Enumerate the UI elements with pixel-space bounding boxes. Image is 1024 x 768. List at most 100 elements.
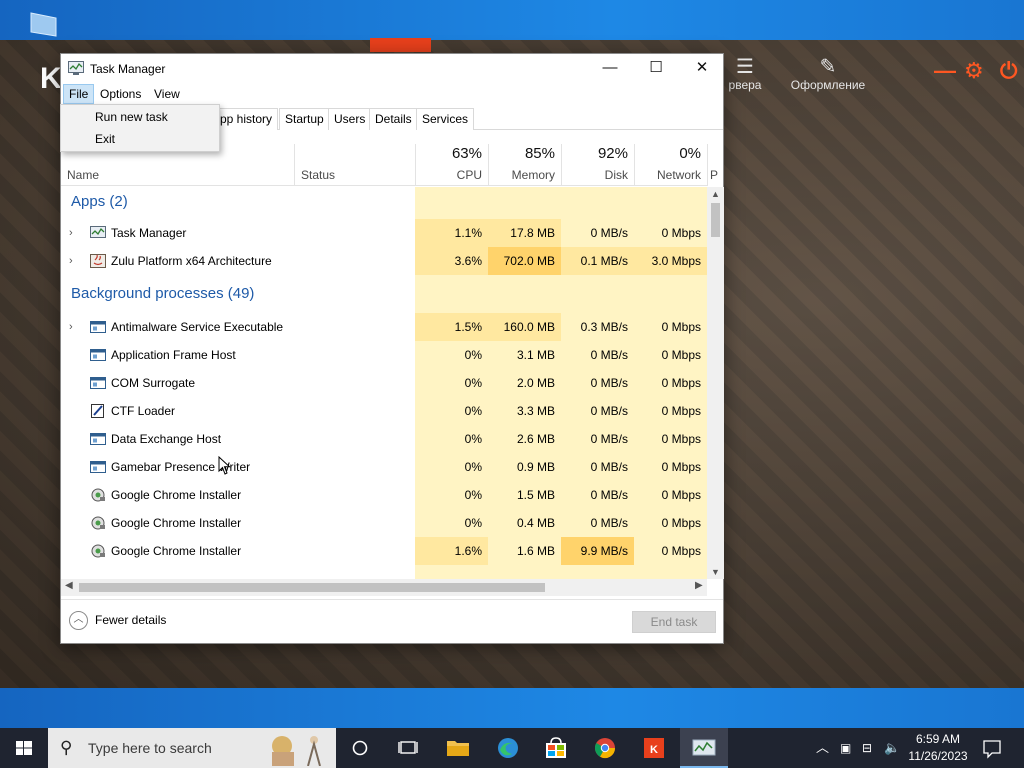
- task-manager-taskbar-button[interactable]: [680, 728, 728, 768]
- process-name: Google Chrome Installer: [111, 488, 242, 502]
- process-network: 0 Mbps: [634, 313, 707, 341]
- vertical-scrollbar[interactable]: ▲ ▼: [707, 187, 724, 579]
- group-header-background: Background processes (49): [61, 275, 707, 313]
- service-window-icon: [90, 321, 106, 333]
- menu-view[interactable]: View: [149, 84, 185, 104]
- process-cpu: 0%: [415, 397, 488, 425]
- taskbar: ⚲ Type here to search K ︿ ▣ ⊟ 🔈 6:59 AM …: [0, 728, 1024, 768]
- table-row[interactable]: COM Surrogate 0% 2.0 MB 0 MB/s 0 Mbps: [61, 369, 707, 397]
- scroll-left-icon[interactable]: ◀: [65, 580, 73, 591]
- process-network: 0 Mbps: [634, 425, 707, 453]
- volume-muted-icon[interactable]: 🔈: [884, 728, 900, 768]
- title-bar[interactable]: Task Manager — ☐ ✕: [61, 54, 723, 82]
- minimize-button[interactable]: —: [587, 54, 633, 82]
- desktop-bottom-band: [0, 688, 1024, 728]
- servers-icon: ☰: [736, 56, 754, 78]
- tab-details[interactable]: Details: [369, 108, 418, 130]
- table-row[interactable]: › Zulu Platform x64 Architecture 3.6% 70…: [61, 247, 707, 275]
- column-status[interactable]: Status: [294, 144, 415, 186]
- scroll-up-icon[interactable]: ▲: [707, 189, 724, 199]
- close-button[interactable]: ✕: [679, 54, 725, 82]
- file-explorer-button[interactable]: [434, 728, 482, 768]
- cortana-button[interactable]: [336, 728, 384, 768]
- launcher-app-icon: K: [644, 738, 664, 758]
- vertical-scroll-thumb[interactable]: [711, 203, 720, 237]
- table-row[interactable]: Google Chrome Installer 0% 1.5 MB 0 MB/s…: [61, 481, 707, 509]
- expand-chevron-icon[interactable]: ›: [69, 219, 73, 247]
- background-power-icon[interactable]: ⏻: [1000, 58, 1017, 84]
- column-power[interactable]: P: [707, 144, 723, 186]
- cortana-circle-icon: [352, 740, 368, 756]
- background-app-active-tab[interactable]: [370, 38, 431, 52]
- process-network: 0 Mbps: [634, 537, 707, 565]
- process-disk: 0.3 MB/s: [561, 313, 634, 341]
- process-disk: 0.1 MB/s: [561, 247, 634, 275]
- column-disk[interactable]: 92% Disk: [561, 144, 634, 186]
- installer-icon: [91, 544, 105, 558]
- tab-services[interactable]: Services: [416, 108, 475, 130]
- process-cpu: 0%: [415, 369, 488, 397]
- process-network: 0 Mbps: [634, 509, 707, 537]
- group-header-apps: Apps (2): [61, 187, 707, 219]
- background-design-button[interactable]: ✎ Оформление: [786, 54, 870, 92]
- maximize-button[interactable]: ☐: [633, 54, 679, 82]
- expand-chevron-icon[interactable]: ›: [69, 247, 73, 275]
- desktop-shortcut-icon[interactable]: [28, 10, 60, 38]
- table-row[interactable]: › Antimalware Service Executable 1.5% 16…: [61, 313, 707, 341]
- horizontal-scrollbar[interactable]: ◀ ▶: [61, 579, 707, 596]
- process-cpu: 1.6%: [415, 537, 488, 565]
- start-button[interactable]: [0, 728, 48, 768]
- expand-chevron-icon[interactable]: ›: [69, 313, 73, 341]
- process-disk: 0 MB/s: [561, 369, 634, 397]
- table-row[interactable]: Data Exchange Host 0% 2.6 MB 0 MB/s 0 Mb…: [61, 425, 707, 453]
- notification-center-button[interactable]: [980, 728, 1004, 768]
- table-row[interactable]: Gamebar Presence Writer 0% 0.9 MB 0 MB/s…: [61, 453, 707, 481]
- edge-button[interactable]: [484, 728, 532, 768]
- horizontal-scroll-thumb[interactable]: [79, 583, 545, 592]
- menu-file[interactable]: File: [63, 84, 95, 104]
- tab-users[interactable]: Users: [328, 108, 372, 130]
- menu-options[interactable]: Options: [95, 84, 146, 104]
- table-row[interactable]: › Task Manager 1.1% 17.8 MB 0 MB/s 0 Mbp…: [61, 219, 707, 247]
- column-cpu-label: CPU: [456, 168, 482, 182]
- chrome-button[interactable]: [581, 728, 629, 768]
- end-task-button[interactable]: End task: [632, 611, 716, 633]
- background-servers-button[interactable]: ☰ рвера: [720, 54, 770, 92]
- window-title: Task Manager: [90, 62, 166, 76]
- task-view-button[interactable]: [384, 728, 432, 768]
- table-row[interactable]: Google Chrome Installer 1.6% 1.6 MB 9.9 …: [61, 537, 707, 565]
- exit-item[interactable]: Exit: [61, 128, 219, 150]
- run-new-task-item[interactable]: Run new task: [61, 106, 219, 128]
- store-button[interactable]: [532, 728, 580, 768]
- scroll-down-icon[interactable]: ▼: [707, 567, 724, 577]
- search-highlight-illustration-icon: [272, 736, 321, 766]
- tray-overflow-chevron-icon[interactable]: ︿: [816, 728, 829, 768]
- tray-app-icon[interactable]: ▣: [840, 728, 851, 768]
- tab-app-history[interactable]: pp history: [214, 108, 279, 130]
- process-disk: 0 MB/s: [561, 341, 634, 369]
- clock-time: 6:59 AM: [915, 732, 961, 746]
- scroll-right-icon[interactable]: ▶: [695, 580, 703, 591]
- column-cpu[interactable]: 63% CPU: [415, 144, 488, 186]
- process-name: Google Chrome Installer: [111, 516, 242, 530]
- background-settings-icon[interactable]: ⚙: [964, 58, 984, 84]
- process-network: 0 Mbps: [634, 369, 707, 397]
- taskbar-clock[interactable]: 6:59 AM 11/26/2023: [904, 731, 972, 765]
- tab-startup[interactable]: Startup: [279, 108, 330, 130]
- network-icon[interactable]: ⊟: [862, 728, 872, 768]
- launcher-app-button[interactable]: K: [630, 728, 678, 768]
- table-row[interactable]: Application Frame Host 0% 3.1 MB 0 MB/s …: [61, 341, 707, 369]
- table-row[interactable]: Google Chrome Installer 0% 0.4 MB 0 MB/s…: [61, 509, 707, 537]
- table-row[interactable]: [61, 565, 707, 579]
- column-network[interactable]: 0% Network: [634, 144, 707, 186]
- search-placeholder: Type here to search: [88, 740, 212, 756]
- table-row[interactable]: CTF Loader 0% 3.3 MB 0 MB/s 0 Mbps: [61, 397, 707, 425]
- background-minimize-icon[interactable]: —: [934, 58, 956, 84]
- process-disk: 0 MB/s: [561, 453, 634, 481]
- taskbar-search-box[interactable]: ⚲ Type here to search: [48, 728, 336, 768]
- column-memory[interactable]: 85% Memory: [488, 144, 561, 186]
- process-memory: 160.0 MB: [488, 313, 561, 341]
- background-app-logo: K: [40, 62, 62, 95]
- process-name: Data Exchange Host: [111, 432, 222, 446]
- menu-bar: File Options View: [61, 82, 723, 104]
